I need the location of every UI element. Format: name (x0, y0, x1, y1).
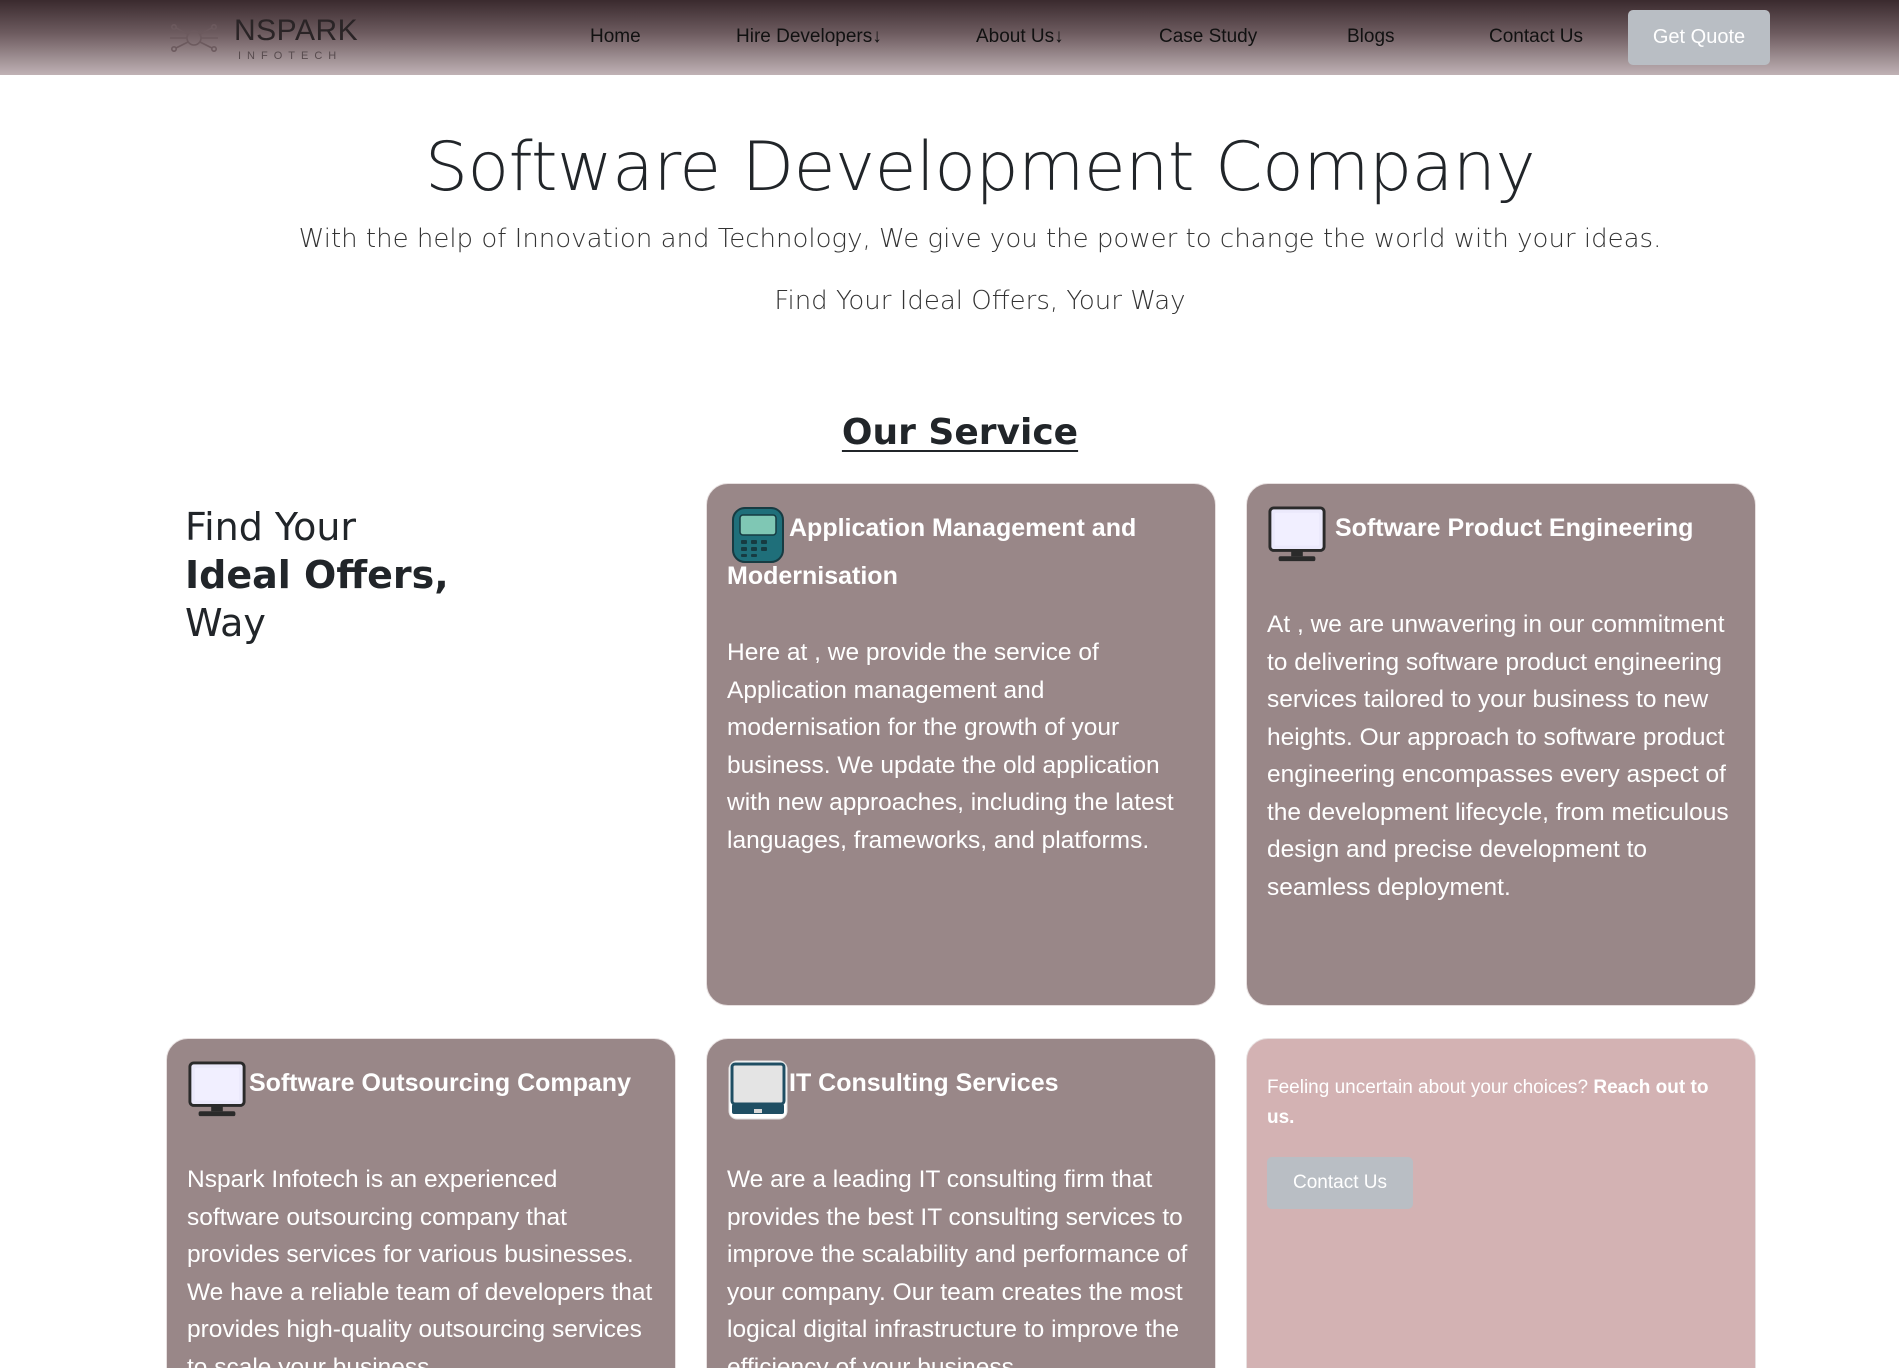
brand-name: NSPARK (234, 14, 359, 47)
intro-line-3: Way (185, 601, 266, 645)
intro-line-2: Ideal Offers, (185, 553, 449, 597)
contact-cta-card: Feeling uncertain about your choices? Re… (1246, 1038, 1756, 1368)
nav-case-study[interactable]: Case Study (1159, 26, 1257, 48)
monitor-icon (188, 1061, 246, 1117)
nav-blogs[interactable]: Blogs (1347, 26, 1395, 48)
nav-home[interactable]: Home (590, 26, 641, 48)
hero-offer-tagline: Find Your Ideal Offers, Your Way (774, 286, 1186, 316)
services-heading: Our Service (841, 412, 1079, 453)
service-card-title: IT Consulting Services (789, 1069, 1059, 1097)
service-card-title: Application Management and Modernisation (727, 514, 1137, 590)
service-card-description: We are a leading IT consulting firm that… (727, 1166, 1188, 1368)
service-card-description: Nspark Infotech is an experienced softwa… (187, 1166, 653, 1368)
circuit-logo-icon (170, 24, 218, 52)
services-intro: Find Your Ideal Offers, Way (185, 503, 545, 647)
service-card-description: At , we are unwavering in our commitment… (1267, 611, 1729, 901)
contact-us-button[interactable]: Contact Us (1267, 1157, 1413, 1209)
monitor-icon (1268, 506, 1326, 562)
page-title: Software Development Company (424, 128, 1536, 207)
intro-line-1: Find Your (185, 505, 357, 549)
service-card-outsourcing[interactable]: Software Outsourcing Company Nspark Info… (166, 1038, 676, 1368)
brand-logo[interactable]: NSPARK INFOTECH (168, 14, 368, 62)
nav-about-us[interactable]: About Us↓ (976, 26, 1064, 48)
desktop-computer-icon (728, 1060, 788, 1120)
service-card-app-management[interactable]: Application Management and Modernisation… (706, 483, 1216, 1006)
top-navbar: NSPARK INFOTECH Home Hire Developers↓ Ab… (0, 0, 1899, 75)
nav-hire-developers[interactable]: Hire Developers↓ (736, 26, 882, 48)
service-card-description: Here at , we provide the service of Appl… (727, 639, 1174, 854)
service-card-it-consulting[interactable]: IT Consulting Services We are a leading … (706, 1038, 1216, 1368)
service-card-product-engineering[interactable]: Software Product Engineering At , we are… (1246, 483, 1756, 1006)
hero-subtitle: With the help of Innovation and Technolo… (298, 224, 1662, 254)
brand-subtitle: INFOTECH (238, 50, 343, 62)
cta-text: Feeling uncertain about your choices? Re… (1267, 1073, 1735, 1133)
pager-device-icon (732, 507, 784, 563)
service-card-title: Software Outsourcing Company (249, 1069, 631, 1097)
service-card-title: Software Product Engineering (1335, 514, 1694, 542)
cta-question: Feeling uncertain about your choices? (1267, 1077, 1594, 1098)
get-quote-button[interactable]: Get Quote (1628, 10, 1770, 65)
nav-contact-us[interactable]: Contact Us (1489, 26, 1583, 48)
